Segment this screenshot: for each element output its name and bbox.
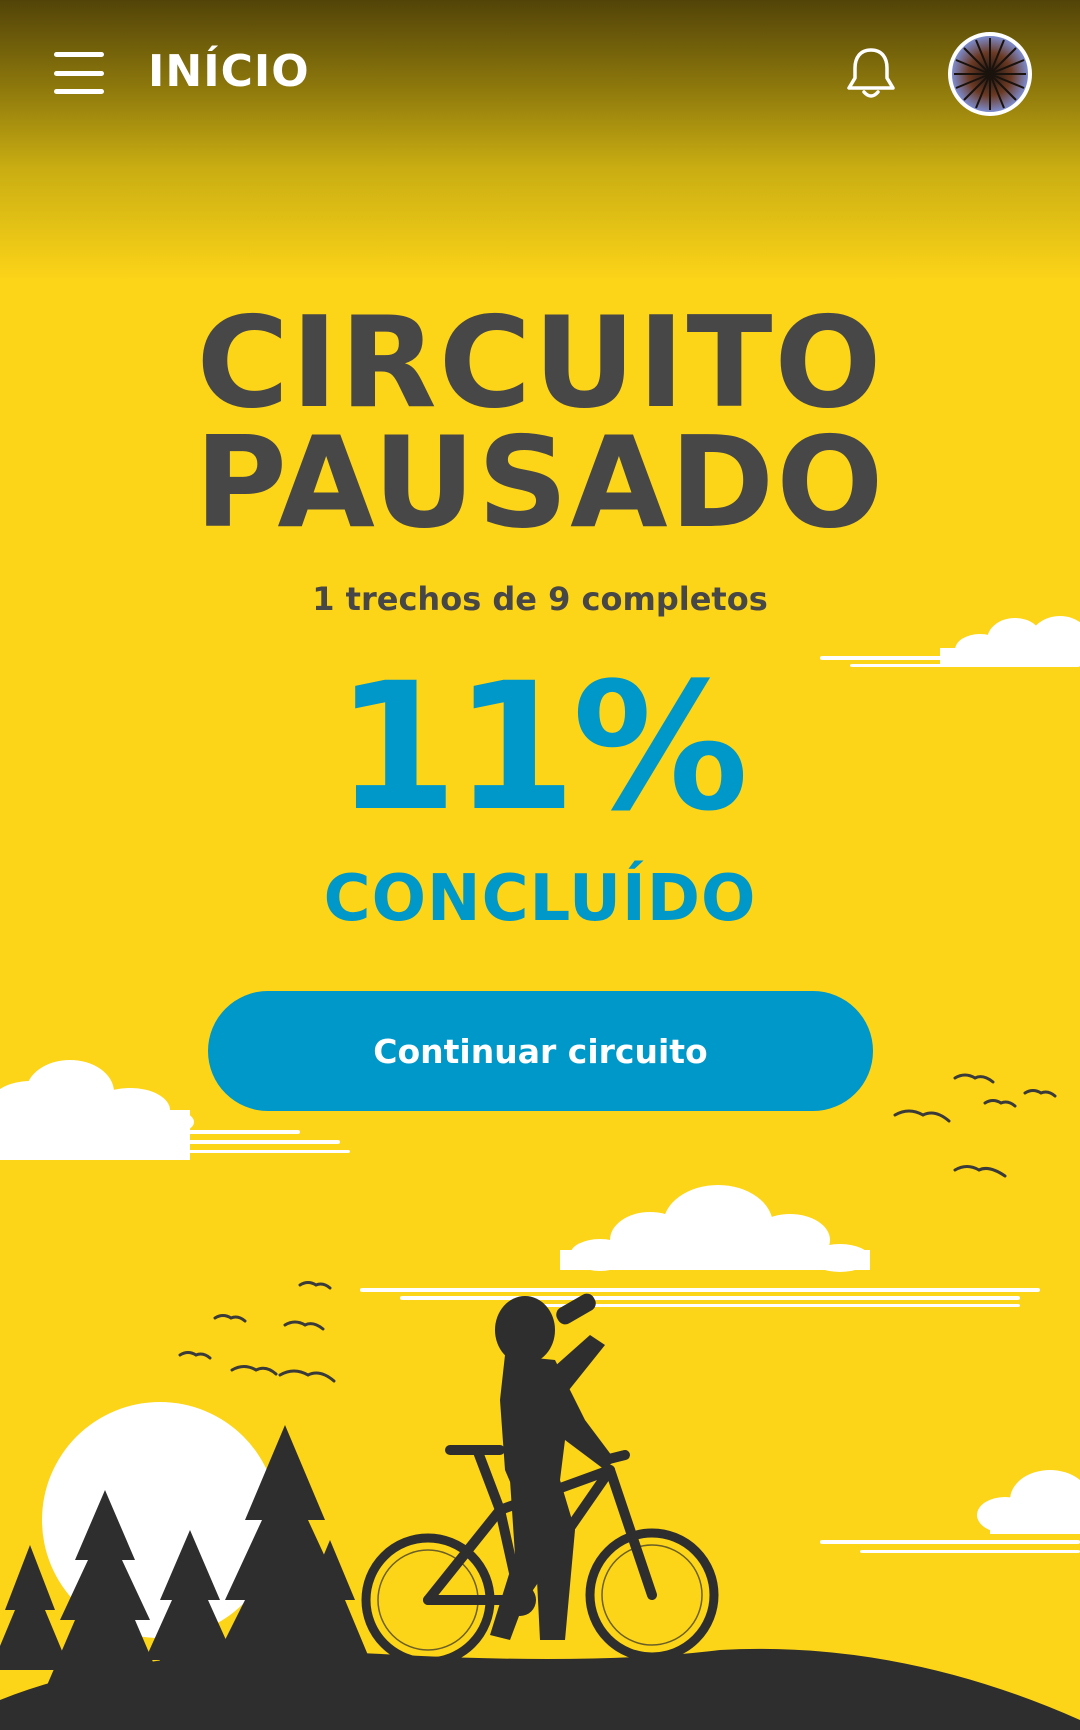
hamburger-menu-icon[interactable] — [54, 52, 104, 94]
avatar-image — [954, 38, 1026, 110]
status-title-line2: PAUSADO — [194, 409, 886, 556]
progress-percent: 11% — [335, 645, 748, 850]
app-header: INÍCIO — [0, 0, 1080, 150]
progress-text: 1 trechos de 9 completos — [312, 580, 768, 618]
user-avatar[interactable] — [948, 32, 1032, 116]
status-title-line1: CIRCUITO — [196, 289, 884, 436]
bell-icon[interactable] — [842, 44, 900, 102]
completed-label: CONCLUÍDO — [323, 862, 757, 936]
continue-circuit-button[interactable]: Continuar circuito — [208, 991, 873, 1111]
page-title: INÍCIO — [148, 46, 310, 97]
